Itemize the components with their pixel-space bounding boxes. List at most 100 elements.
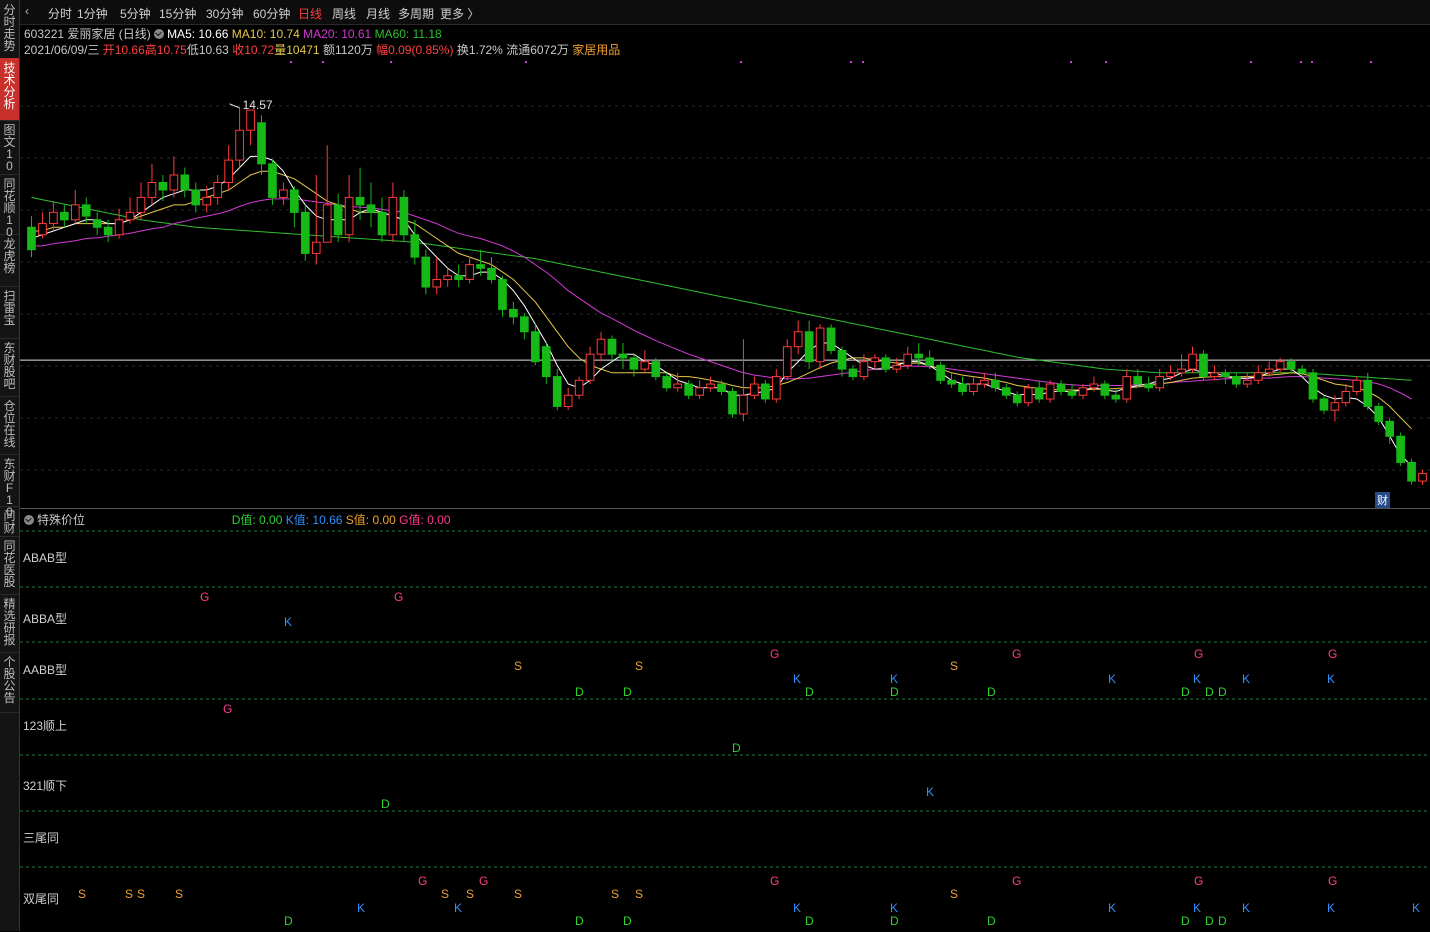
sidebar-tab-10[interactable]: 同花医股: [0, 536, 19, 595]
candle[interactable]: [1330, 402, 1340, 411]
quote-industry[interactable]: 家居用品: [572, 43, 620, 57]
sidebar-tab-9[interactable]: 问财: [0, 506, 19, 537]
period-tab-4[interactable]: 30分钟: [206, 5, 243, 22]
candle[interactable]: [574, 379, 584, 396]
period-tab-8[interactable]: 月线: [366, 5, 390, 22]
candle[interactable]: [771, 376, 781, 400]
candle[interactable]: [81, 204, 91, 217]
candle[interactable]: [235, 129, 244, 161]
candle[interactable]: [1374, 405, 1384, 422]
candle[interactable]: [509, 308, 518, 318]
candle[interactable]: [421, 256, 431, 288]
sidebar-tab-4[interactable]: 龙虎榜: [0, 234, 19, 287]
candle[interactable]: [914, 353, 924, 359]
candle[interactable]: [739, 394, 748, 415]
candle[interactable]: [1122, 376, 1132, 400]
candle[interactable]: [1001, 387, 1011, 396]
candle[interactable]: [487, 267, 496, 281]
candle[interactable]: [1231, 376, 1241, 385]
candle[interactable]: [1155, 376, 1164, 389]
candle[interactable]: [520, 316, 529, 333]
finance-badge[interactable]: 财: [1375, 492, 1390, 508]
candle[interactable]: [158, 182, 168, 191]
candle[interactable]: [530, 331, 540, 363]
candle[interactable]: [541, 346, 551, 378]
candle[interactable]: [651, 361, 661, 378]
toolbar-arrow-icon[interactable]: ‹: [25, 4, 29, 18]
candle[interactable]: [793, 331, 803, 348]
candle[interactable]: [333, 204, 343, 236]
kline-chart[interactable]: 14.57: [20, 56, 1430, 506]
period-tab-5[interactable]: 60分钟: [253, 5, 290, 22]
candle[interactable]: [1188, 353, 1197, 370]
period-tab-3[interactable]: 15分钟: [159, 5, 196, 22]
sidebar-tab-11[interactable]: 精选研报: [0, 594, 19, 653]
candle[interactable]: [859, 361, 869, 378]
candle[interactable]: [1286, 361, 1296, 370]
sidebar-tab-1[interactable]: 技术分析: [0, 58, 19, 121]
candle[interactable]: [1418, 473, 1427, 482]
candle[interactable]: [750, 383, 759, 396]
candle[interactable]: [388, 196, 398, 236]
candle[interactable]: [881, 357, 891, 370]
candle[interactable]: [1177, 368, 1186, 374]
candle[interactable]: [366, 204, 376, 213]
candle[interactable]: [1078, 387, 1088, 396]
candle[interactable]: [355, 196, 365, 206]
candle[interactable]: [1264, 368, 1274, 374]
sidebar-tab-5[interactable]: 扫雷宝: [0, 286, 19, 339]
candle[interactable]: [27, 226, 36, 251]
candle[interactable]: [1352, 379, 1362, 392]
candle[interactable]: [202, 196, 212, 206]
candle[interactable]: [1100, 383, 1110, 396]
candle[interactable]: [1319, 398, 1329, 411]
candle[interactable]: [596, 338, 606, 355]
candle[interactable]: [1221, 372, 1230, 378]
sidebar-tab-2[interactable]: 图文10: [0, 120, 19, 175]
candle[interactable]: [1407, 461, 1416, 482]
candle[interactable]: [70, 204, 80, 221]
candle[interactable]: [213, 182, 223, 198]
candle[interactable]: [695, 387, 704, 396]
period-tab-7[interactable]: 周线: [332, 5, 356, 22]
candle[interactable]: [552, 376, 562, 407]
period-tab-9[interactable]: 多周期: [398, 5, 434, 22]
candle[interactable]: [1363, 379, 1373, 407]
candle[interactable]: [399, 196, 409, 236]
candle[interactable]: [224, 159, 233, 183]
candle[interactable]: [443, 275, 453, 281]
candle[interactable]: [607, 338, 617, 355]
candle[interactable]: [1275, 361, 1285, 370]
candle[interactable]: [936, 364, 945, 381]
candle[interactable]: [1133, 376, 1143, 385]
candle[interactable]: [782, 346, 792, 378]
sidebar-tab-3[interactable]: 同花顺10: [0, 174, 19, 238]
candle[interactable]: [728, 391, 737, 415]
candle[interactable]: [498, 279, 507, 310]
candle[interactable]: [300, 211, 310, 254]
candle[interactable]: [958, 383, 967, 392]
candle[interactable]: [1396, 435, 1405, 463]
candle[interactable]: [246, 109, 255, 131]
candle[interactable]: [1045, 383, 1055, 400]
candle[interactable]: [826, 327, 836, 351]
candle[interactable]: [1056, 383, 1066, 392]
candle[interactable]: [432, 279, 442, 288]
candle[interactable]: [706, 383, 715, 389]
candle[interactable]: [1242, 379, 1252, 385]
period-tab-2[interactable]: 5分钟: [120, 5, 151, 22]
candle[interactable]: [268, 163, 277, 198]
candle[interactable]: [629, 357, 639, 370]
candle[interactable]: [114, 219, 124, 236]
candle[interactable]: [344, 196, 354, 236]
sidebar-tab-8[interactable]: 东财F10: [0, 454, 19, 518]
period-tab-10[interactable]: 更多 〉: [440, 5, 479, 22]
candle[interactable]: [147, 182, 157, 198]
candle[interactable]: [1308, 372, 1318, 400]
candle[interactable]: [136, 196, 146, 213]
candle[interactable]: [454, 275, 463, 281]
candle[interactable]: [991, 379, 1000, 389]
candle[interactable]: [1012, 394, 1022, 404]
candle[interactable]: [103, 226, 113, 236]
candle[interactable]: [191, 189, 201, 206]
